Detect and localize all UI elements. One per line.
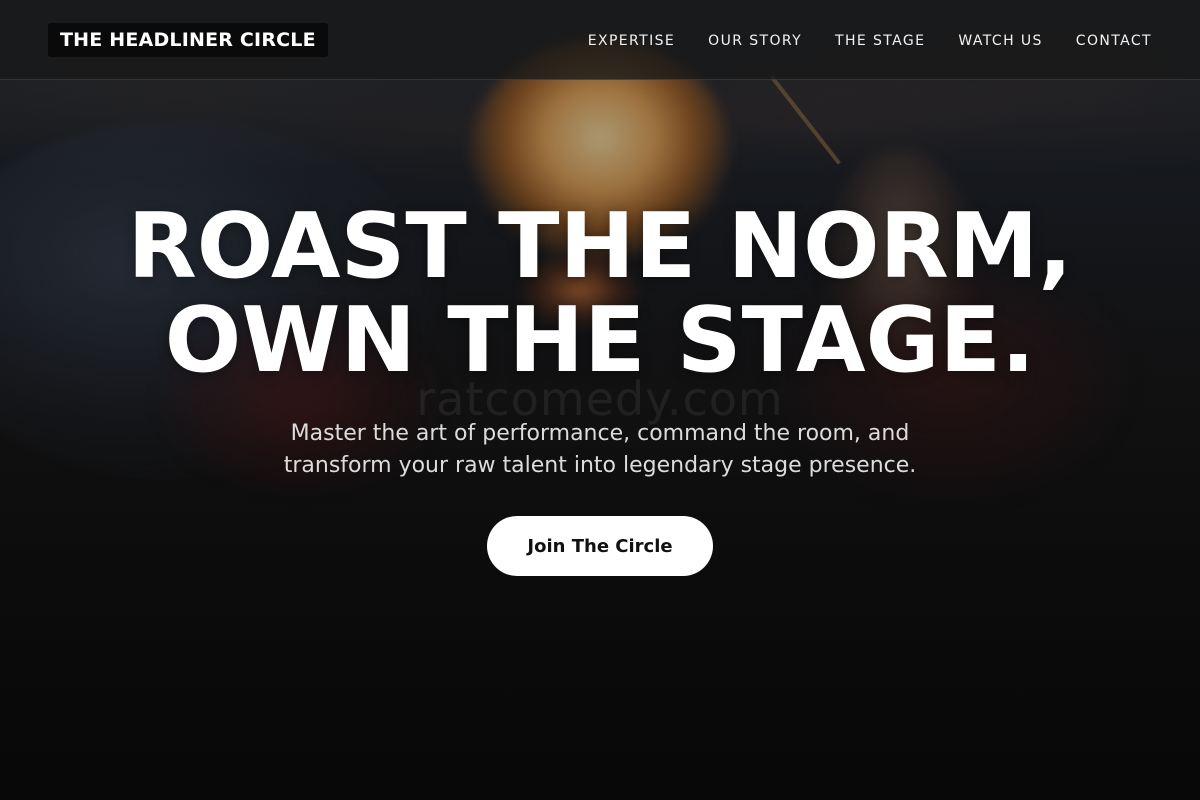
hero-headline-line-2: OWN THE STAGE. [164,288,1036,393]
nav-link-our-story[interactable]: OUR STORY [708,33,802,49]
nav-item-expertise: EXPERTISE [588,30,675,49]
nav-link-expertise[interactable]: EXPERTISE [588,33,675,49]
nav-links: EXPERTISE OUR STORY THE STAGE WATCH US C… [588,30,1152,49]
hero-subtitle: Master the art of performance, command t… [283,421,917,478]
nav-item-contact: CONTACT [1076,30,1152,49]
top-navigation-bar: THE HEADLINER CIRCLE EXPERTISE OUR STORY… [0,0,1200,80]
hero-headline: ROAST THE NORM, OWN THE STAGE. [0,200,1200,388]
nav-link-contact[interactable]: CONTACT [1076,33,1152,49]
hero-headline-line-1: ROAST THE NORM, [127,194,1073,299]
hero-section: ROAST THE NORM, OWN THE STAGE. Master th… [0,200,1200,576]
brand-logo[interactable]: THE HEADLINER CIRCLE [48,22,328,57]
nav-item-the-stage: THE STAGE [835,30,925,49]
nav-item-our-story: OUR STORY [708,30,802,49]
join-the-circle-button[interactable]: Join The Circle [487,516,713,576]
nav-link-the-stage[interactable]: THE STAGE [835,33,925,49]
nav-link-watch-us[interactable]: WATCH US [958,33,1042,49]
nav-item-watch-us: WATCH US [958,30,1042,49]
